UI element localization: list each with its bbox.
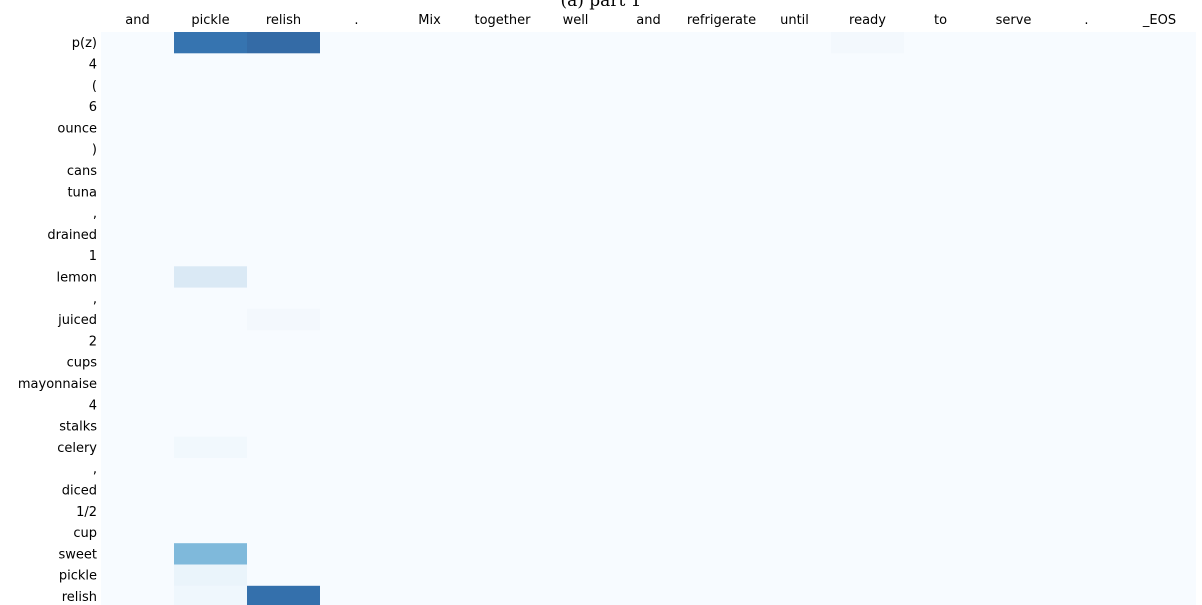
x-tick-label: and — [125, 13, 149, 28]
heatmap-cell — [174, 564, 247, 586]
heatmap-cell — [831, 32, 904, 54]
heatmap-cell — [174, 32, 247, 54]
heatmap-cell — [174, 543, 247, 565]
y-tick-label: sweet — [59, 547, 98, 562]
x-tick-label: . — [1084, 13, 1088, 28]
y-tick-label: lemon — [57, 270, 97, 285]
y-tick-label: 4 — [89, 57, 97, 72]
x-tick-label: until — [780, 13, 809, 28]
y-tick-label: p(z) — [72, 36, 97, 51]
y-tick-label: relish — [62, 590, 97, 605]
heatmap-cell — [174, 436, 247, 458]
y-tick-label: ) — [92, 143, 97, 158]
heatmap-cell — [247, 585, 320, 605]
x-tick-label: _EOS — [1142, 13, 1176, 28]
y-tick-label: ounce — [57, 121, 97, 136]
y-tick-label: celery — [57, 441, 97, 456]
heatmap-cell — [174, 266, 247, 288]
y-tick-label: 6 — [89, 100, 97, 115]
y-tick-label: 2 — [89, 334, 97, 349]
y-tick-label: , — [93, 292, 97, 307]
heatmap-chart: and pickle relish. Mix together well and refrig… — [18, 13, 1196, 605]
x-tick-label: pickle — [191, 13, 229, 28]
y-tick-label: 1 — [89, 249, 97, 264]
y-tick-label: drained — [47, 228, 97, 243]
x-tick-label: refrigerate — [687, 13, 756, 28]
x-tick-label: to — [934, 13, 947, 28]
x-tick-label: serve — [996, 13, 1032, 28]
y-tick-label: mayonnaise — [18, 377, 97, 392]
y-tick-label: , — [93, 462, 97, 477]
y-tick-label: cups — [67, 356, 98, 371]
heatmap-cell — [247, 308, 320, 331]
x-tick-label: ready — [849, 13, 886, 28]
x-tick-label: well — [563, 13, 589, 28]
y-tick-label: diced — [62, 483, 97, 498]
y-tick-label: ( — [92, 79, 97, 94]
y-tick-label: 1/2 — [76, 505, 97, 520]
y-tick-label: cup — [73, 526, 97, 541]
y-tick-label: pickle — [59, 569, 97, 584]
y-tick-label: cans — [67, 164, 97, 179]
y-tick-label: , — [93, 207, 97, 222]
x-tick-label: . — [354, 13, 358, 28]
y-tick-label: stalks — [59, 420, 97, 435]
heatmap-cell — [247, 32, 320, 54]
x-tick-label: together — [475, 13, 532, 28]
x-tick-label: and — [636, 13, 660, 28]
y-tick-label: juiced — [57, 313, 97, 328]
y-tick-label: tuna — [67, 185, 97, 200]
heatmap-cell — [174, 585, 247, 605]
y-tick-label: 4 — [89, 398, 97, 413]
x-tick-label: Mix — [418, 13, 441, 28]
x-tick-label: relish — [266, 13, 301, 28]
